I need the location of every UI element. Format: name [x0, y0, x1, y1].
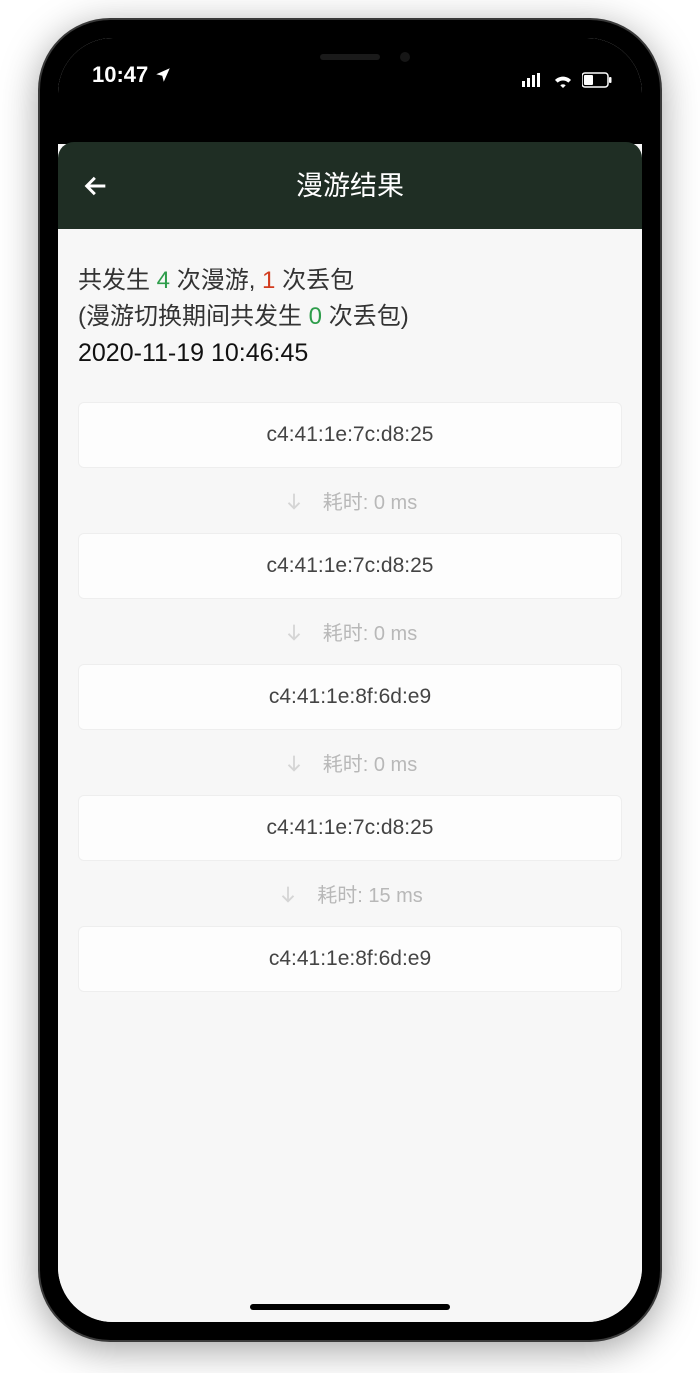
- status-right: [522, 72, 612, 88]
- hop-duration-label: 耗时: 0 ms: [323, 748, 417, 777]
- app-header: 漫游结果: [58, 142, 642, 229]
- hop-mac-box: c4:41:1e:7c:d8:25: [78, 402, 622, 468]
- arrow-down-icon: [283, 621, 305, 643]
- phone-notch: [220, 38, 480, 76]
- hop-duration-label: 耗时: 0 ms: [323, 486, 417, 515]
- switch-loss-count: 0: [309, 303, 322, 330]
- hop-arrow-row: 耗时: 0 ms: [78, 468, 622, 533]
- status-time: 10:47: [92, 62, 148, 88]
- summary-line2-suffix: 次丢包): [322, 303, 409, 330]
- status-left: 10:47: [92, 62, 172, 88]
- hop-duration-label: 耗时: 15 ms: [317, 879, 423, 908]
- arrow-down-icon: [283, 490, 305, 512]
- summary-text: 共发生 4 次漫游, 1 次丢包 (漫游切换期间共发生 0 次丢包): [78, 263, 622, 335]
- phone-frame: 10:47 漫游结果 共发生 4 次漫游, 1 次丢包 (漫游切换期间共发生 0…: [40, 20, 660, 1340]
- hop-list: c4:41:1e:7c:d8:25 耗时: 0 ms c4:41:1e:7c:d8:…: [78, 402, 622, 992]
- status-gap: [58, 94, 642, 144]
- battery-icon: [582, 72, 612, 88]
- back-button[interactable]: [78, 168, 114, 204]
- page-title: 漫游结果: [58, 164, 642, 203]
- wifi-icon: [552, 72, 574, 88]
- summary-suffix1: 次丢包: [275, 267, 354, 294]
- hop-mac-box: c4:41:1e:8f:6d:e9: [78, 926, 622, 992]
- hop-arrow-row: 耗时: 0 ms: [78, 599, 622, 664]
- arrow-down-icon: [277, 883, 299, 905]
- summary-mid1: 次漫游,: [170, 267, 262, 294]
- home-indicator[interactable]: [250, 1304, 450, 1310]
- loss-count: 1: [262, 267, 275, 294]
- arrow-down-icon: [283, 752, 305, 774]
- front-camera: [400, 52, 410, 62]
- phone-screen: 10:47 漫游结果 共发生 4 次漫游, 1 次丢包 (漫游切换期间共发生 0…: [58, 38, 642, 1322]
- location-arrow-icon: [154, 66, 172, 84]
- summary-line2-prefix: (漫游切换期间共发生: [78, 303, 309, 330]
- hop-mac-box: c4:41:1e:8f:6d:e9: [78, 664, 622, 730]
- timestamp: 2020-11-19 10:46:45: [78, 339, 622, 368]
- roam-count: 4: [157, 267, 170, 294]
- arrow-left-icon: [82, 172, 110, 200]
- summary-prefix1: 共发生: [78, 267, 157, 294]
- signal-icon: [522, 72, 544, 88]
- speaker-slot: [320, 54, 380, 60]
- hop-duration-label: 耗时: 0 ms: [323, 617, 417, 646]
- hop-arrow-row: 耗时: 15 ms: [78, 861, 622, 926]
- hop-arrow-row: 耗时: 0 ms: [78, 730, 622, 795]
- hop-mac-box: c4:41:1e:7c:d8:25: [78, 533, 622, 599]
- content-area: 共发生 4 次漫游, 1 次丢包 (漫游切换期间共发生 0 次丢包) 2020-…: [58, 229, 642, 1322]
- hop-mac-box: c4:41:1e:7c:d8:25: [78, 795, 622, 861]
